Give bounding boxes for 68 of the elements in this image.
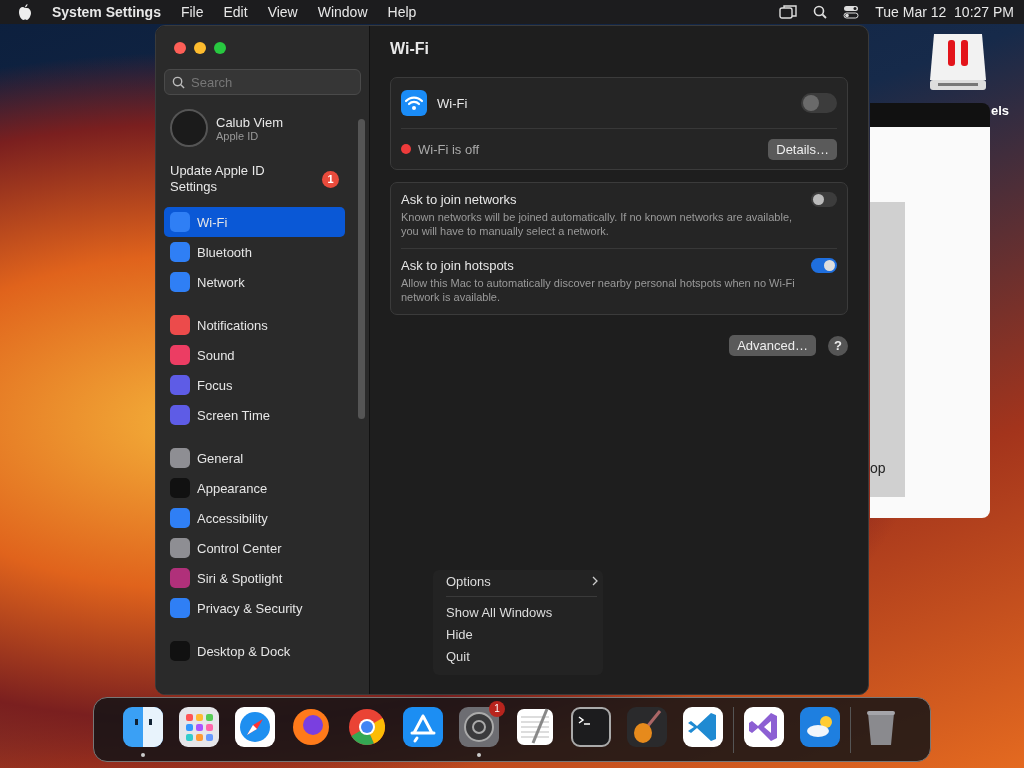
infinity-ribbon-icon[interactable] <box>744 706 784 747</box>
ribbon-icon[interactable] <box>683 706 723 747</box>
sidebar-item[interactable]: Bluetooth <box>164 237 345 267</box>
sidebar-item[interactable]: Accessibility <box>164 503 345 533</box>
sidebar-item[interactable]: Notifications <box>164 310 345 340</box>
drive-icon[interactable] <box>928 34 988 92</box>
overlapping-windows-icon[interactable] <box>779 5 798 19</box>
sidebar-item[interactable]: Control Center <box>164 533 345 563</box>
sidebar-item[interactable]: General <box>164 443 345 473</box>
close-button[interactable] <box>174 42 186 54</box>
control-center-icon[interactable] <box>843 5 860 19</box>
sidebar-item[interactable]: Screen Time <box>164 400 345 430</box>
option-toggle[interactable] <box>811 192 837 207</box>
help-button[interactable]: ? <box>828 335 848 356</box>
sidebar-item[interactable]: Appearance <box>164 473 345 503</box>
status-text: Wi-Fi is off <box>418 141 480 157</box>
sidebar-item[interactable]: Privacy & Security <box>164 593 345 623</box>
notification-badge: 1 <box>322 170 339 188</box>
sidebar-item[interactable]: Network <box>164 267 345 297</box>
update-notice[interactable]: Update Apple ID Settings <box>170 163 290 195</box>
guitar-icon[interactable] <box>627 706 667 747</box>
advanced-button[interactable]: Advanced… <box>729 335 816 356</box>
window-caption: op <box>870 460 886 476</box>
sidebar-item[interactable]: Focus <box>164 370 345 400</box>
chevron-right-icon <box>592 576 598 586</box>
a-shape-icon[interactable] <box>403 706 443 747</box>
tricolor-wheel-icon[interactable] <box>347 706 387 747</box>
scrollbar[interactable] <box>358 119 365 419</box>
minimize-button[interactable] <box>194 42 206 54</box>
app-grid-icon[interactable] <box>179 706 219 747</box>
sidebar-item[interactable]: Wi-Fi <box>164 207 345 237</box>
account-name[interactable]: Calub Viem <box>216 114 283 130</box>
notepad-pen-icon[interactable] <box>515 706 555 747</box>
option-title: Ask to join hotspots <box>401 258 515 273</box>
zoom-button[interactable] <box>214 42 226 54</box>
sun-cloud-icon[interactable] <box>800 706 840 747</box>
search-icon[interactable] <box>813 5 828 19</box>
notification-badge: 1 <box>489 700 505 717</box>
wifi-toggle[interactable] <box>801 93 837 113</box>
details-button[interactable]: Details… <box>768 138 837 160</box>
app-menu[interactable]: System Settings <box>52 4 161 20</box>
sidebar-item[interactable]: Desktop & Dock <box>164 636 345 666</box>
menu-bar-clock[interactable]: Tue Mar 12 10:27 PM <box>875 4 1014 20</box>
option-description: Allow this Mac to automatically discover nearby personal hotspots when no Wi-Fi network is available. <box>401 276 796 304</box>
page-title: Wi-Fi <box>390 40 430 58</box>
menu-bar-item[interactable]: View <box>267 4 298 20</box>
option-description: Known networks will be joined automatically. If no known networks are available, you will have to manually select a network. <box>401 210 794 238</box>
prompt-window-icon[interactable] <box>571 706 611 747</box>
compass-icon[interactable] <box>235 706 275 747</box>
account-subtitle: Apple ID <box>216 129 260 142</box>
menu-item[interactable]: Quit <box>433 645 603 667</box>
two-tone-tile-icon[interactable] <box>123 706 163 747</box>
apple-logo-icon[interactable] <box>18 4 32 20</box>
menu-bar-item[interactable]: File <box>180 4 204 20</box>
option-title: Ask to join networks <box>401 192 518 207</box>
desktop-icon-label[interactable]: els <box>991 103 1010 118</box>
menu-bar-item[interactable]: Edit <box>223 4 248 20</box>
menu-item[interactable]: Hide <box>433 623 603 645</box>
sidebar-item[interactable]: Sound <box>164 340 345 370</box>
sidebar-item[interactable]: Siri & Spotlight <box>164 563 345 593</box>
setting-label: Wi-Fi <box>437 95 468 111</box>
menu-item[interactable]: Show All Windows <box>433 601 603 623</box>
menu-item[interactable]: Options <box>433 570 603 592</box>
menu-bar-item[interactable]: Help <box>387 4 417 20</box>
wifi-icon <box>401 90 427 116</box>
search-field[interactable]: Search <box>164 69 361 95</box>
option-toggle[interactable] <box>811 258 837 273</box>
menu-bar-item[interactable]: Window <box>317 4 368 20</box>
